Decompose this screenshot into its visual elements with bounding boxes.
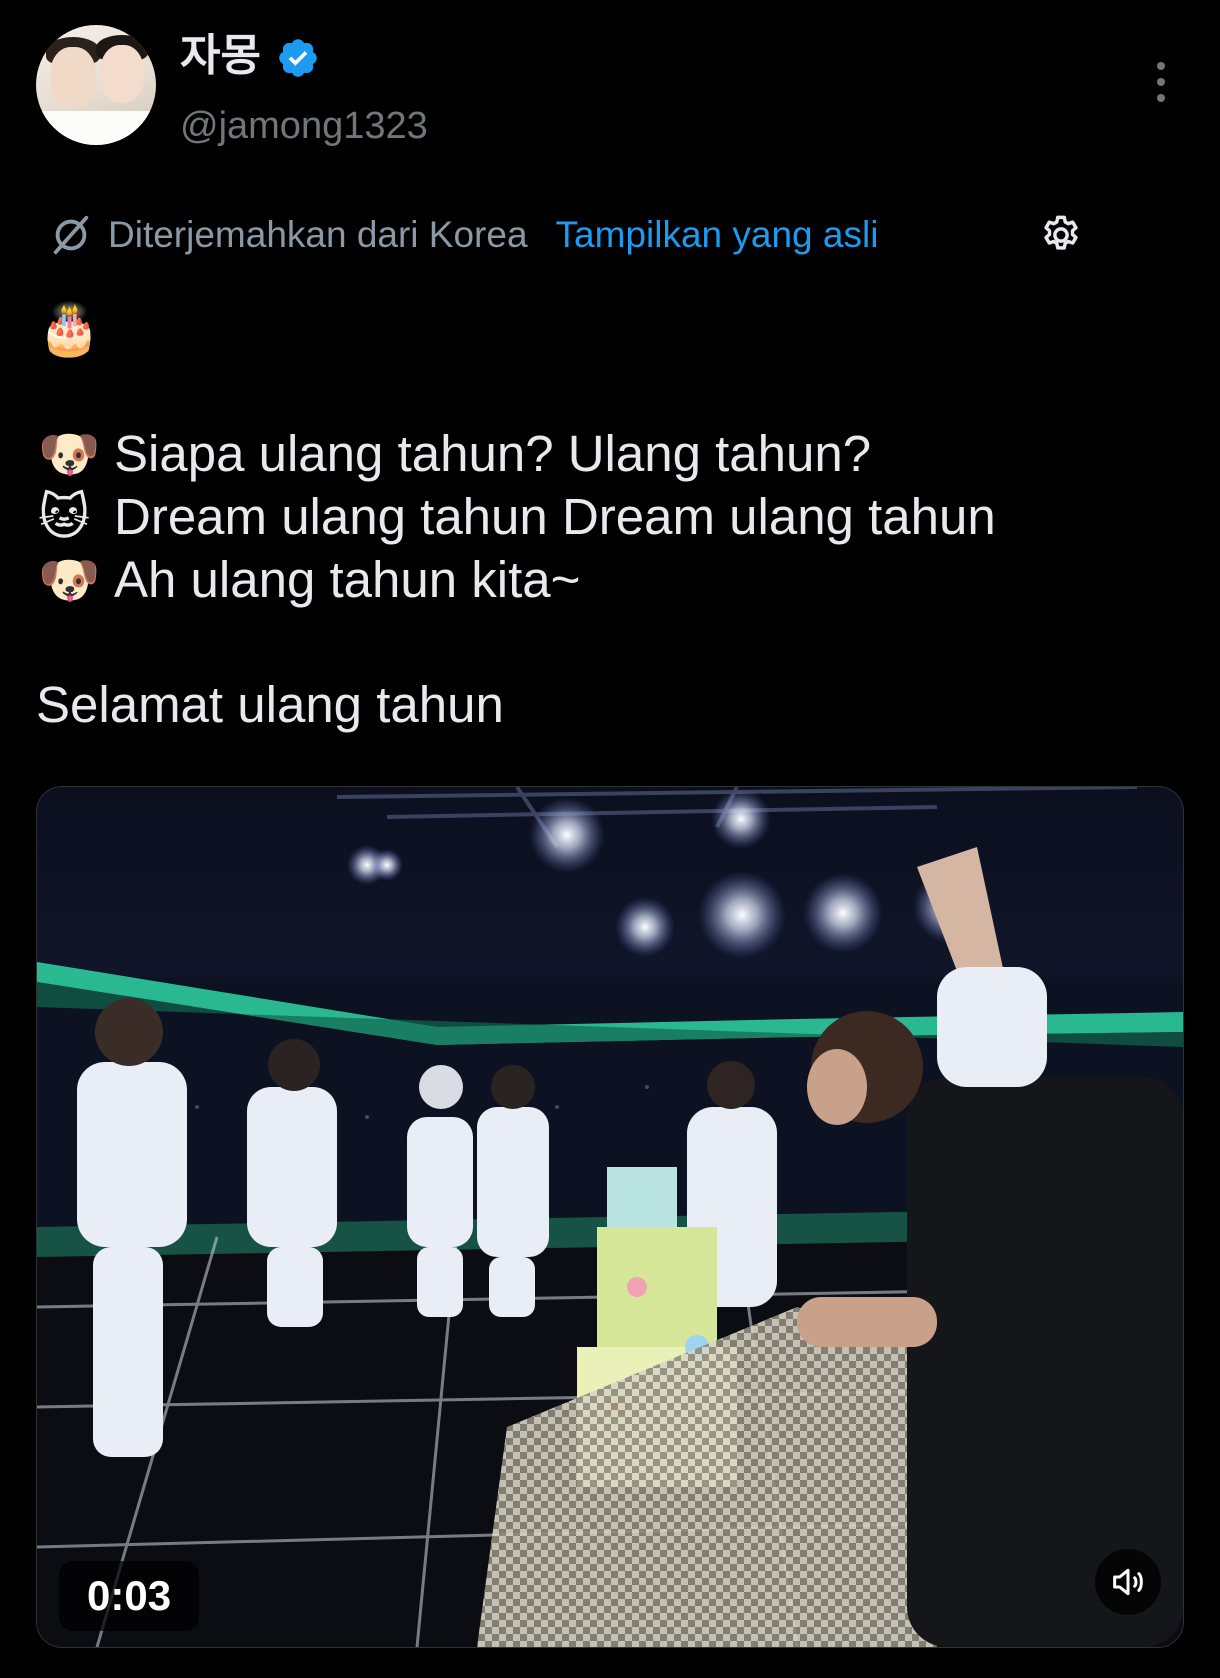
tweet-closing-text: Selamat ulang tahun <box>36 676 504 733</box>
cake-emoji: 🎂 <box>38 300 101 358</box>
avatar-person-face <box>100 45 144 103</box>
video-player[interactable]: 0:03 <box>36 786 1184 1648</box>
gear-icon[interactable] <box>1038 212 1084 258</box>
translate-icon <box>53 215 89 255</box>
show-original-link[interactable]: Tampilkan yang asli <box>556 214 879 256</box>
speaker-icon <box>1113 1568 1143 1596</box>
video-timestamp: 0:03 <box>59 1561 200 1631</box>
more-options-icon[interactable] <box>1146 62 1176 110</box>
cat-emoji: 🐱 <box>38 488 91 546</box>
user-handle[interactable]: @jamong1323 <box>180 102 428 150</box>
dog-emoji: 🐶 <box>38 551 101 609</box>
volume-muted-icon[interactable] <box>1095 1549 1161 1615</box>
tweet-line: Ah ulang tahun kita~ <box>114 551 581 608</box>
translated-from-label: Diterjemahkan dari Korea <box>108 214 528 255</box>
translation-bar: Diterjemahkan dari Korea Tampilkan yang … <box>48 210 878 260</box>
tweet-line: Dream ulang tahun Dream ulang tahun <box>114 488 996 545</box>
avatar-person-face <box>50 47 96 107</box>
avatar[interactable] <box>36 25 156 145</box>
display-name[interactable]: 자몽 <box>180 28 261 84</box>
avatar-shirt <box>36 111 156 145</box>
dog-emoji: 🐶 <box>38 425 101 483</box>
video-frame <box>37 787 1183 1647</box>
tweet-line: Siapa ulang tahun? Ulang tahun? <box>114 425 872 482</box>
verified-badge-icon <box>279 39 317 77</box>
